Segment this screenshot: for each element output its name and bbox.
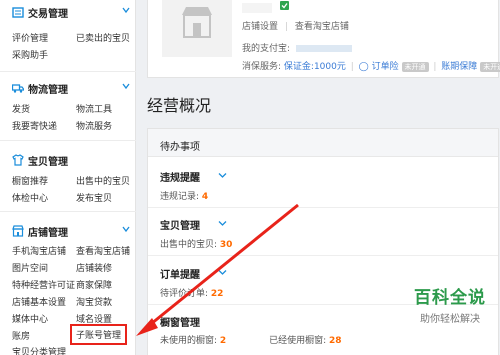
annotation-arrow	[136, 203, 299, 336]
annotation-arrow-shaft	[145, 203, 299, 330]
